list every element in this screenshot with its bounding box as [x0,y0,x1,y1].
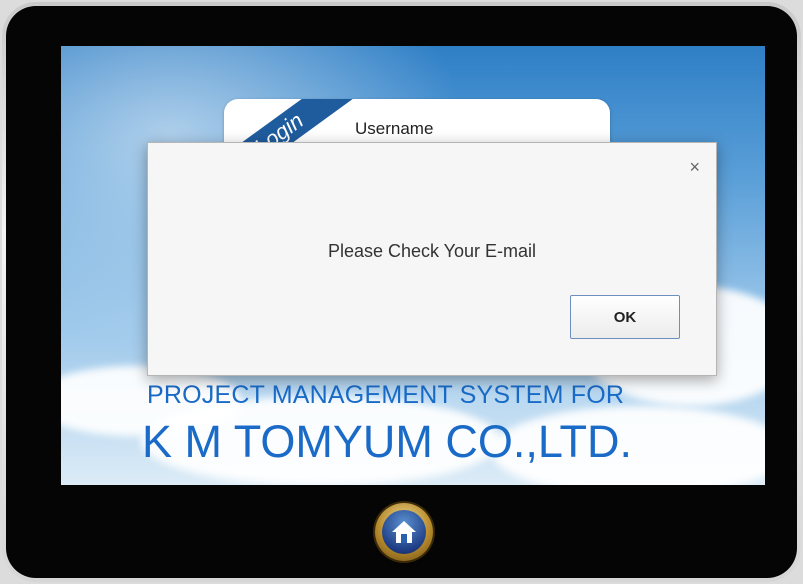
alert-dialog: × Please Check Your E-mail OK [147,142,717,376]
close-icon[interactable]: × [689,157,700,178]
username-label: Username [355,119,434,138]
brand-subtitle: PROJECT MANAGEMENT SYSTEM FOR [147,381,625,409]
dialog-message: Please Check Your E-mail [327,241,537,261]
brand-title: K M TOMYUM CO.,LTD. [142,416,633,467]
ok-button[interactable]: OK [570,295,680,339]
home-icon [382,510,426,554]
home-button[interactable] [375,503,433,561]
tablet-frame: Login Username PROJECT MANAGEMENT SYSTEM… [0,0,803,584]
